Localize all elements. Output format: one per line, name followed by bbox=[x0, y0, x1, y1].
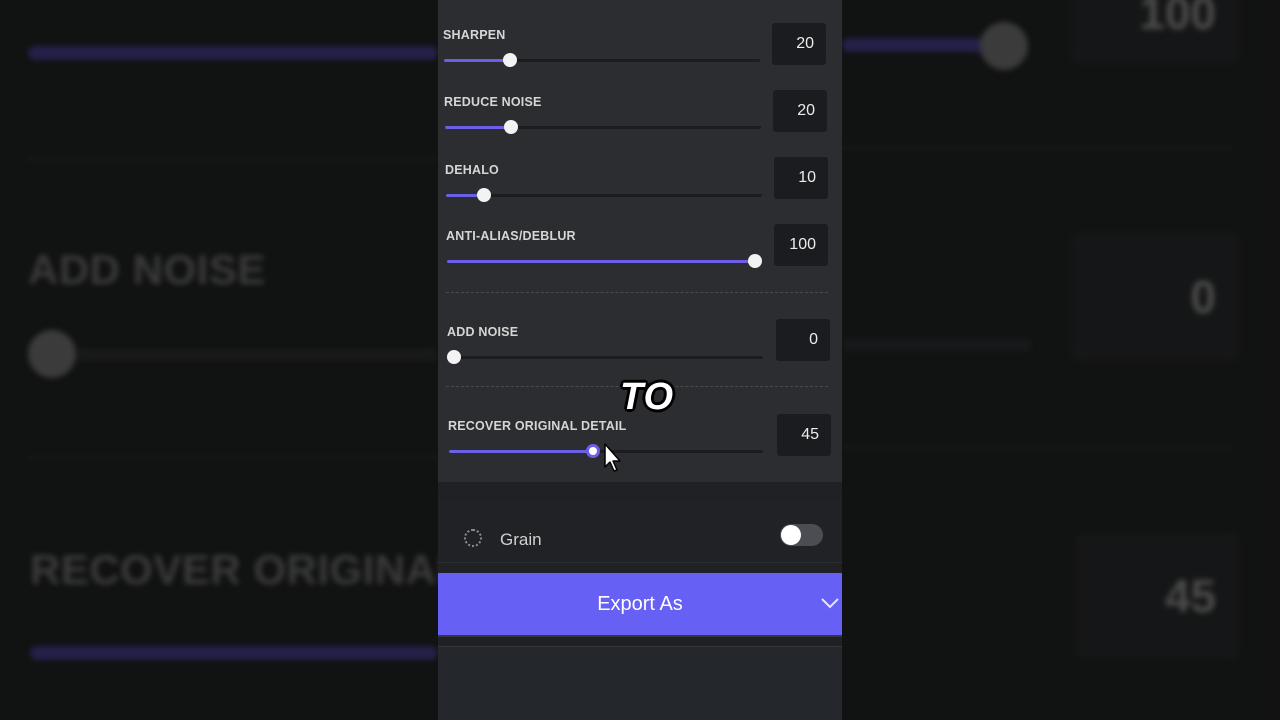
slider-label: SHARPEN bbox=[443, 28, 506, 42]
slider-thumb[interactable] bbox=[586, 444, 601, 458]
slider-row-reduce-noise: REDUCE NOISE 20 bbox=[438, 89, 842, 149]
value-input[interactable]: 20 bbox=[773, 90, 827, 132]
slider-thumb[interactable] bbox=[447, 350, 461, 364]
toggle-knob bbox=[781, 525, 801, 545]
mouse-cursor-icon bbox=[604, 443, 621, 472]
slider-fill bbox=[449, 450, 594, 453]
chevron-down-icon[interactable] bbox=[820, 597, 840, 609]
slider-label: ADD NOISE bbox=[447, 325, 519, 339]
slider-row-add-noise: ADD NOISE 0 bbox=[438, 318, 842, 378]
grain-option-row[interactable]: Grain bbox=[438, 500, 842, 563]
slider-label: REDUCE NOISE bbox=[444, 95, 542, 109]
slider-fill bbox=[445, 126, 512, 129]
export-as-label: Export As bbox=[597, 593, 683, 615]
section-divider bbox=[446, 292, 828, 293]
value-input[interactable]: 10 bbox=[774, 157, 828, 199]
value-input[interactable]: 0 bbox=[776, 319, 830, 361]
grain-label: Grain bbox=[500, 530, 542, 549]
slider-track[interactable] bbox=[447, 350, 763, 364]
grain-icon bbox=[464, 529, 482, 547]
slider-track[interactable] bbox=[447, 254, 762, 268]
slider-row-recover-detail: RECOVER ORIGINAL DETAIL 45 bbox=[438, 413, 842, 473]
video-caption: TO bbox=[620, 376, 675, 418]
slider-track[interactable] bbox=[445, 120, 761, 134]
value-input[interactable]: 100 bbox=[774, 224, 828, 266]
enhance-settings-panel: SHARPEN 20 REDUCE NOISE 20 DEHALO 10 ANT… bbox=[438, 0, 842, 720]
dim-overlay-left bbox=[0, 0, 438, 720]
slider-row-sharpen: SHARPEN 20 bbox=[438, 22, 842, 82]
dim-overlay-right bbox=[842, 0, 1280, 720]
slider-track[interactable] bbox=[444, 53, 760, 67]
slider-label: DEHALO bbox=[445, 163, 499, 177]
slider-row-dehalo: DEHALO 10 bbox=[438, 156, 842, 216]
slider-thumb[interactable] bbox=[748, 254, 762, 268]
value-input[interactable]: 45 bbox=[777, 414, 831, 456]
slider-label: RECOVER ORIGINAL DETAIL bbox=[448, 419, 627, 433]
slider-thumb[interactable] bbox=[504, 120, 519, 134]
slider-thumb[interactable] bbox=[503, 53, 518, 67]
export-as-button[interactable]: Export As bbox=[438, 573, 842, 637]
slider-label: ANTI-ALIAS/DEBLUR bbox=[446, 229, 576, 243]
slider-fill bbox=[447, 260, 755, 263]
value-input[interactable]: 20 bbox=[772, 23, 826, 65]
grain-toggle[interactable] bbox=[780, 524, 823, 546]
slider-track[interactable] bbox=[446, 188, 762, 202]
slider-row-anti-alias: ANTI-ALIAS/DEBLUR 100 bbox=[438, 223, 842, 283]
slider-fill bbox=[444, 59, 511, 62]
slider-thumb[interactable] bbox=[476, 188, 491, 202]
lower-panel-area bbox=[438, 646, 842, 720]
